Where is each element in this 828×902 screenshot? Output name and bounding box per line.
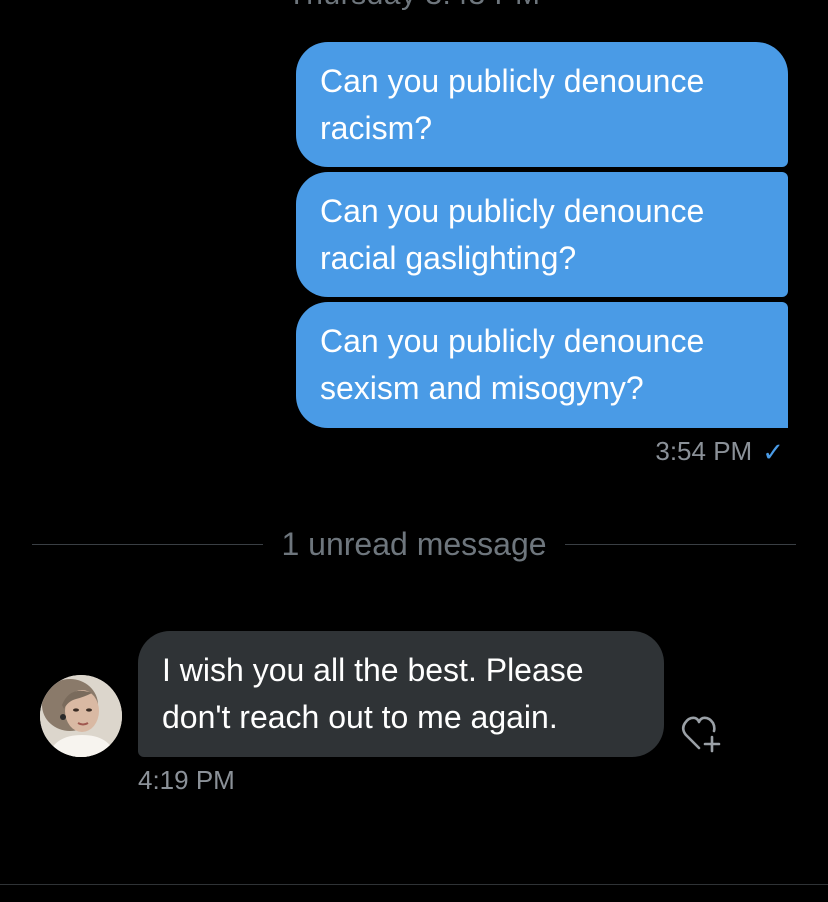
received-message-bubble[interactable]: I wish you all the best. Please don't re…	[138, 631, 664, 757]
sent-message-bubble[interactable]: Can you publicly denounce racial gasligh…	[296, 172, 788, 297]
received-timestamp: 4:19 PM	[138, 765, 235, 795]
heart-plus-icon[interactable]	[680, 712, 728, 756]
message-text: I wish you all the best. Please don't re…	[162, 652, 584, 735]
sent-message-bubble[interactable]: Can you publicly denounce sexism and mis…	[296, 302, 788, 428]
sent-timestamp: 3:54 PM	[655, 436, 753, 466]
avatar[interactable]	[40, 675, 122, 757]
unread-divider-label: 1 unread message	[281, 525, 547, 562]
message-text: Can you publicly denounce racial gasligh…	[320, 192, 705, 276]
divider-line	[32, 543, 264, 545]
message-text: Can you publicly denounce racism?	[320, 62, 705, 146]
composer-divider	[0, 884, 828, 885]
day-header: Thursday 3:43 PM	[0, 0, 828, 12]
sent-message-meta: 3:54 PM ✓	[655, 436, 784, 467]
divider-line	[564, 543, 796, 545]
check-icon: ✓	[762, 436, 784, 467]
unread-divider: 1 unread message	[32, 524, 796, 564]
avatar-image	[40, 675, 122, 757]
message-text: Can you publicly denounce sexism and mis…	[320, 323, 705, 406]
sent-message-bubble[interactable]: Can you publicly denounce racism?	[296, 42, 788, 167]
